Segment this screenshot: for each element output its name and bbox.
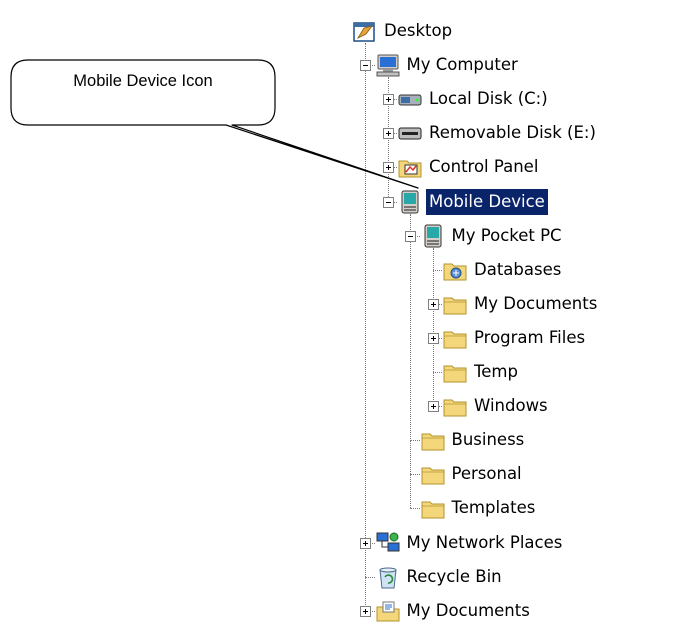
tree-node-my-pocket-pc[interactable]: My Pocket PC (420, 222, 565, 250)
tree-node-label: My Documents (474, 294, 598, 313)
tree-node-removable-disk[interactable]: Removable Disk (E:) (397, 119, 599, 147)
expand-toggle[interactable] (360, 538, 371, 549)
folder-icon (442, 291, 468, 317)
tree-node-label: Local Disk (C:) (429, 89, 548, 108)
tree-node-pocket-my-documents[interactable]: My Documents (442, 290, 600, 318)
tree-node-templates[interactable]: Templates (420, 494, 539, 522)
expand-toggle[interactable] (428, 401, 439, 412)
expand-toggle[interactable] (360, 606, 371, 617)
mobile-device-icon (397, 189, 423, 215)
hard-disk-icon (397, 86, 423, 112)
tree-node-windows[interactable]: Windows (442, 392, 551, 420)
expand-toggle[interactable] (428, 333, 439, 344)
tree-connector (410, 440, 411, 474)
tree-node-label: Program Files (474, 328, 586, 347)
callout-text: Mobile Device Icon (73, 72, 213, 90)
expand-toggle[interactable] (383, 162, 394, 173)
network-places-icon (375, 530, 401, 556)
tree-node-label: Mobile Device (426, 189, 548, 215)
tree-connector (410, 508, 420, 509)
recycle-bin-icon (375, 564, 401, 590)
collapse-toggle[interactable] (383, 197, 394, 208)
folder-icon (420, 495, 446, 521)
tree-node-program-files[interactable]: Program Files (442, 324, 588, 352)
tree-node-label: Removable Disk (E:) (429, 123, 596, 142)
control-panel-icon (397, 154, 423, 180)
expand-toggle[interactable] (383, 128, 394, 139)
tree-node-desktop-my-documents[interactable]: My Documents (375, 597, 533, 625)
folder-tree: Desktop My Computer Local Disk (C:) Removab… (0, 0, 688, 622)
tree-node-desktop[interactable]: Desktop (352, 17, 455, 45)
tree-connector (410, 474, 411, 508)
tree-node-label: Control Panel (429, 157, 539, 176)
tree-node-personal[interactable]: Personal (420, 460, 525, 488)
database-folder-icon (442, 257, 468, 283)
tree-node-label: Windows (474, 396, 548, 415)
removable-disk-icon (397, 120, 423, 146)
tree-connector (365, 577, 375, 578)
tree-node-business[interactable]: Business (420, 426, 528, 454)
tree-connector (410, 236, 411, 441)
tree-node-local-disk[interactable]: Local Disk (C:) (397, 85, 551, 113)
folder-icon (420, 461, 446, 487)
tree-connector (432, 248, 434, 270)
tree-connector (410, 440, 420, 441)
tree-connector (432, 372, 442, 373)
tree-node-label: My Documents (406, 601, 530, 620)
tree-node-label: Business (451, 430, 525, 449)
folder-icon (442, 325, 468, 351)
folder-icon (420, 427, 446, 453)
tree-node-label: Temp (474, 362, 518, 381)
tree-connector (432, 270, 442, 271)
desktop-icon (352, 18, 378, 44)
tree-node-temp[interactable]: Temp (442, 358, 521, 386)
tree-node-control-panel[interactable]: Control Panel (397, 153, 541, 181)
tree-node-label: Recycle Bin (406, 567, 502, 586)
tree-node-label: Desktop (384, 21, 453, 40)
computer-icon (375, 52, 401, 78)
my-documents-icon (375, 598, 401, 624)
tree-node-label: Templates (451, 498, 536, 517)
collapse-toggle[interactable] (405, 231, 416, 242)
collapse-toggle[interactable] (360, 60, 371, 71)
tree-node-label: My Computer (406, 55, 518, 74)
tree-node-my-network-places[interactable]: My Network Places (375, 529, 566, 557)
tree-node-recycle-bin[interactable]: Recycle Bin (375, 563, 505, 591)
mobile-device-icon (420, 223, 446, 249)
tree-connector (410, 474, 420, 475)
folder-icon (442, 393, 468, 419)
tree-connector (365, 65, 366, 542)
tree-node-label: My Pocket PC (451, 226, 562, 245)
tree-node-label: My Network Places (406, 533, 563, 552)
tree-node-my-computer[interactable]: My Computer (375, 51, 521, 79)
tree-node-label: Databases (474, 260, 562, 279)
folder-icon (442, 359, 468, 385)
tree-node-mobile-device[interactable]: Mobile Device (397, 188, 548, 216)
expand-toggle[interactable] (383, 94, 394, 105)
tree-node-databases[interactable]: Databases (442, 256, 564, 284)
expand-toggle[interactable] (428, 299, 439, 310)
tree-node-label: Personal (451, 464, 522, 483)
